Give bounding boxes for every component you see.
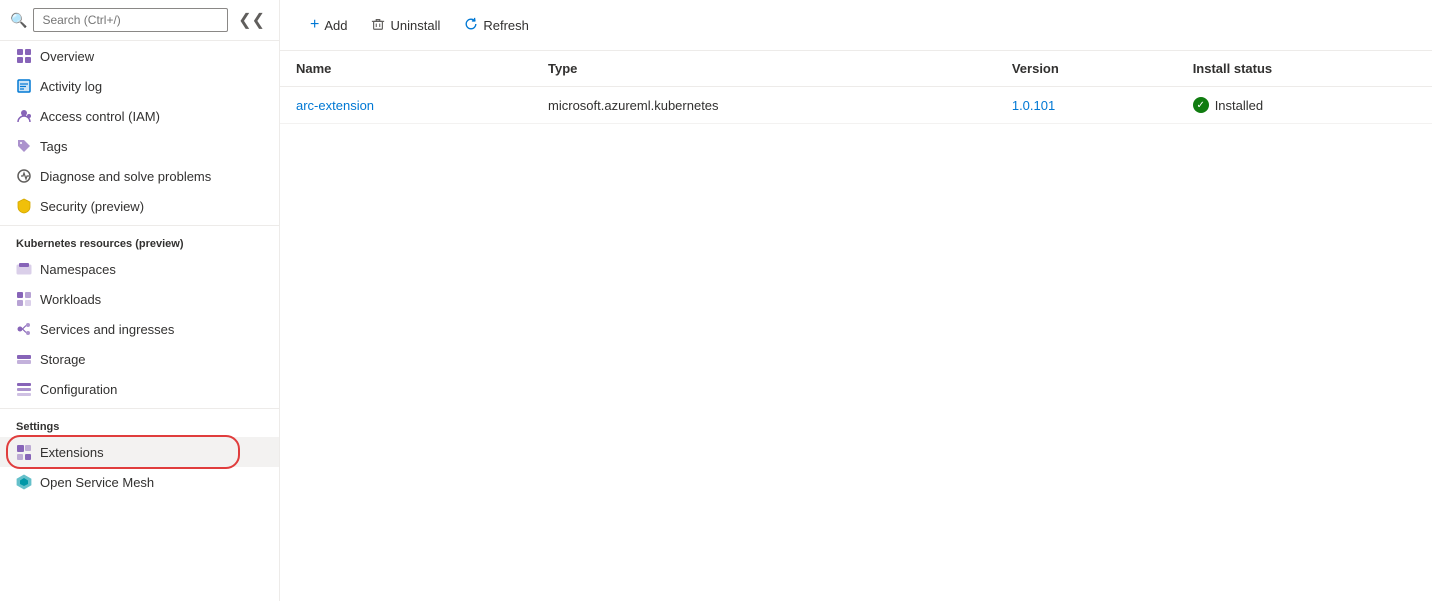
- col-header-version: Version: [996, 51, 1177, 87]
- search-input[interactable]: [33, 8, 228, 32]
- storage-icon: [16, 351, 32, 367]
- sidebar-item-access-control-label: Access control (IAM): [40, 109, 160, 124]
- sidebar-item-activity-log[interactable]: Activity log: [0, 71, 279, 101]
- table-cell-version: 1.0.101: [996, 87, 1177, 124]
- sidebar-item-overview-label: Overview: [40, 49, 94, 64]
- table-container: Name Type Version Install status arc-ext…: [280, 51, 1432, 601]
- table-row: arc-extension microsoft.azureml.kubernet…: [280, 87, 1432, 124]
- sidebar-item-diagnose[interactable]: Diagnose and solve problems: [0, 161, 279, 191]
- sidebar-item-activity-log-label: Activity log: [40, 79, 102, 94]
- table-cell-install-status: ✓ Installed: [1177, 87, 1432, 124]
- sidebar-item-services-ingresses-label: Services and ingresses: [40, 322, 174, 337]
- sidebar-item-workloads[interactable]: Workloads: [0, 284, 279, 314]
- activity-log-icon: [16, 78, 32, 94]
- access-control-icon: [16, 108, 32, 124]
- sidebar-item-extensions[interactable]: Extensions: [0, 437, 279, 467]
- search-icon: 🔍: [10, 12, 27, 29]
- col-header-name: Name: [280, 51, 532, 87]
- uninstall-button[interactable]: Uninstall: [361, 11, 450, 40]
- refresh-label: Refresh: [483, 18, 529, 33]
- install-status-label: Installed: [1215, 98, 1263, 113]
- sidebar-item-configuration[interactable]: Configuration: [0, 374, 279, 404]
- sidebar-item-namespaces-label: Namespaces: [40, 262, 116, 277]
- install-status-cell: ✓ Installed: [1193, 97, 1416, 113]
- sidebar-item-services-ingresses[interactable]: Services and ingresses: [0, 314, 279, 344]
- extensions-icon: [16, 444, 32, 460]
- kubernetes-resources-section-header: Kubernetes resources (preview): [0, 225, 279, 254]
- namespaces-icon: [16, 261, 32, 277]
- add-icon: +: [310, 16, 319, 34]
- arc-extension-link[interactable]: arc-extension: [296, 98, 374, 113]
- sidebar-item-tags-label: Tags: [40, 139, 67, 154]
- refresh-button[interactable]: Refresh: [454, 11, 539, 40]
- tags-icon: [16, 138, 32, 154]
- toolbar: + Add Uninstall Refre: [280, 0, 1432, 51]
- open-service-mesh-icon: [16, 474, 32, 490]
- sidebar-item-access-control[interactable]: Access control (IAM): [0, 101, 279, 131]
- sidebar-item-open-service-mesh[interactable]: Open Service Mesh: [0, 467, 279, 497]
- sidebar-item-security[interactable]: Security (preview): [0, 191, 279, 221]
- sidebar-item-tags[interactable]: Tags: [0, 131, 279, 161]
- table-cell-type: microsoft.azureml.kubernetes: [532, 87, 996, 124]
- sidebar-item-storage-label: Storage: [40, 352, 86, 367]
- security-icon: [16, 198, 32, 214]
- configuration-icon: [16, 381, 32, 397]
- settings-section-header: Settings: [0, 408, 279, 437]
- sidebar-item-storage[interactable]: Storage: [0, 344, 279, 374]
- sidebar-item-namespaces[interactable]: Namespaces: [0, 254, 279, 284]
- sidebar-item-diagnose-label: Diagnose and solve problems: [40, 169, 211, 184]
- installed-status-icon: ✓: [1193, 97, 1209, 113]
- sidebar-item-configuration-label: Configuration: [40, 382, 117, 397]
- sidebar-item-workloads-label: Workloads: [40, 292, 101, 307]
- col-header-install-status: Install status: [1177, 51, 1432, 87]
- table-header-row: Name Type Version Install status: [280, 51, 1432, 87]
- overview-icon: [16, 48, 32, 64]
- sidebar-item-security-label: Security (preview): [40, 199, 144, 214]
- search-bar: 🔍 ❮❮: [0, 0, 279, 41]
- add-label: Add: [324, 18, 347, 33]
- sidebar-item-overview[interactable]: Overview: [0, 41, 279, 71]
- refresh-icon: [464, 17, 478, 34]
- uninstall-label: Uninstall: [390, 18, 440, 33]
- uninstall-icon: [371, 17, 385, 34]
- table-cell-name: arc-extension: [280, 87, 532, 124]
- diagnose-icon: [16, 168, 32, 184]
- collapse-button[interactable]: ❮❮: [234, 8, 269, 32]
- services-ingresses-icon: [16, 321, 32, 337]
- extensions-table: Name Type Version Install status arc-ext…: [280, 51, 1432, 124]
- add-button[interactable]: + Add: [300, 10, 357, 40]
- workloads-icon: [16, 291, 32, 307]
- sidebar: 🔍 ❮❮ Overview Activity log: [0, 0, 280, 601]
- sidebar-item-extensions-label: Extensions: [40, 445, 104, 460]
- sidebar-item-open-service-mesh-label: Open Service Mesh: [40, 475, 154, 490]
- col-header-type: Type: [532, 51, 996, 87]
- main-content: + Add Uninstall Refre: [280, 0, 1432, 601]
